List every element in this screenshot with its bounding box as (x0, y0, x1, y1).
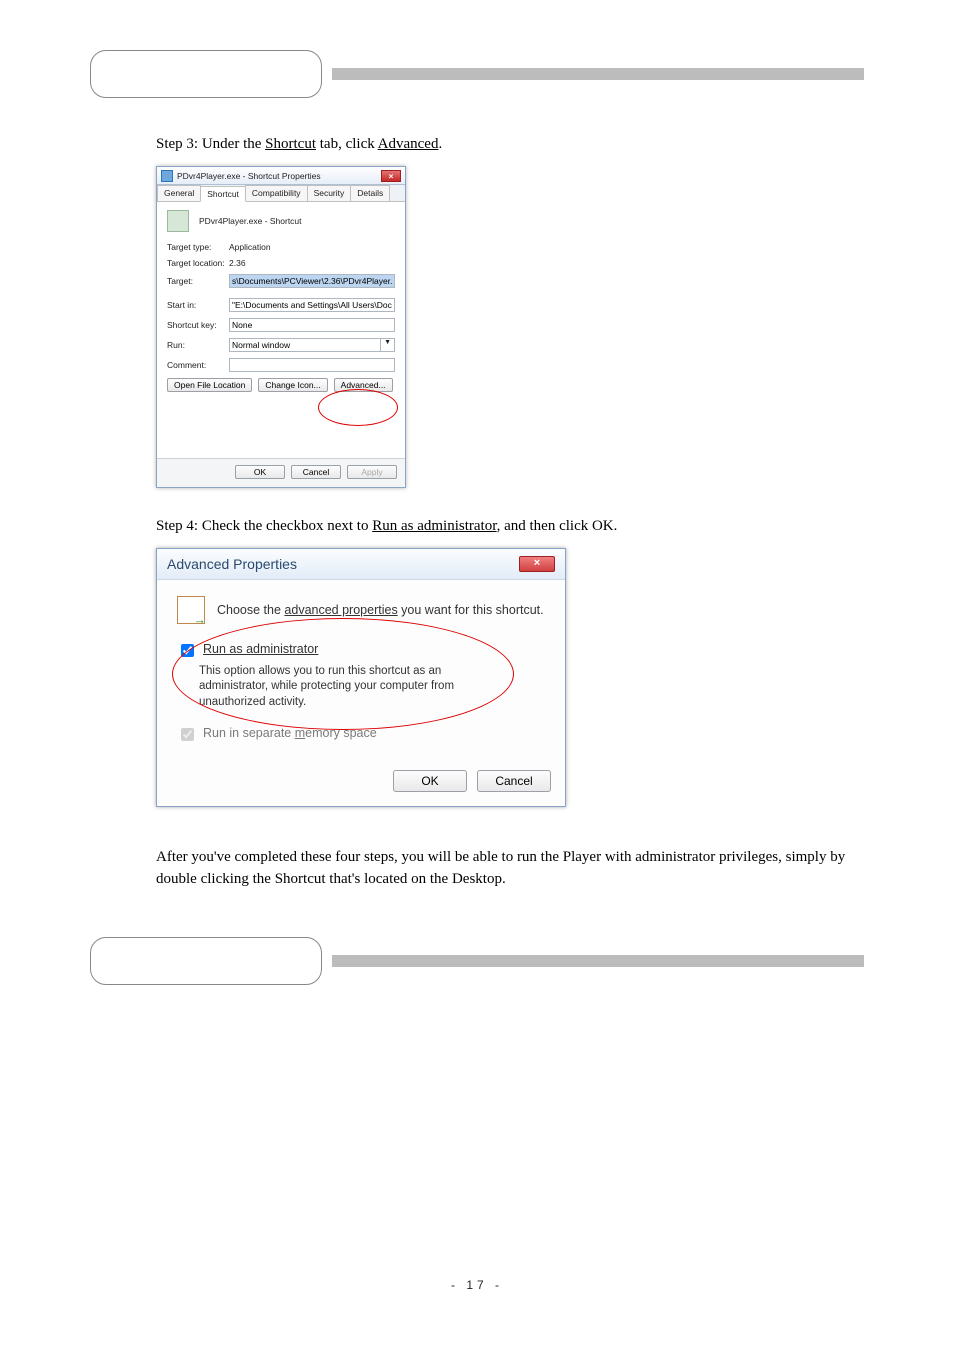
step3-shortcut: Shortcut (265, 136, 316, 152)
cancel-button[interactable]: Cancel (291, 465, 341, 479)
app-icon (161, 170, 173, 182)
open-file-location-button[interactable]: Open File Location (167, 378, 252, 392)
shortcut-key-label: Shortcut key: (167, 320, 229, 330)
header-box (90, 50, 322, 98)
run-separate-label: Run in separate memory space (203, 726, 377, 740)
target-type-label: Target type: (167, 242, 229, 252)
comment-label: Comment: (167, 360, 229, 370)
footer-header-box (90, 937, 322, 985)
step4-text: Step 4: Check the checkbox next to Run a… (90, 516, 864, 538)
advanced-properties-dialog-wrapper: Advanced Properties × Choose the advance… (156, 548, 566, 808)
shortcut-properties-dialog: PDvr4Player.exe - Shortcut Properties × … (156, 166, 406, 488)
chevron-down-icon[interactable]: ▼ (380, 338, 395, 352)
target-type-value: Application (229, 242, 395, 252)
close-icon[interactable]: × (381, 170, 401, 182)
shortcut-name: PDvr4Player.exe - Shortcut (199, 216, 302, 226)
dlg2-headline-post: you want for this shortcut. (398, 603, 544, 617)
advanced-button[interactable]: Advanced... (334, 378, 393, 392)
closing-text: After you've completed these four steps,… (90, 847, 864, 891)
run-label: Run: (167, 340, 229, 350)
run-as-admin-desc: This option allows you to run this short… (199, 664, 499, 711)
step3-mid: tab, click (316, 136, 378, 152)
step3-advanced: Advanced (378, 136, 439, 152)
step3-pre: Step 3: Under the (156, 136, 265, 152)
shortcut-properties-dialog-wrapper: PDvr4Player.exe - Shortcut Properties × … (156, 166, 406, 488)
dlg2-title-text: Advanced Properties (167, 556, 519, 572)
target-location-label: Target location: (167, 258, 229, 268)
dlg1-titlebar: PDvr4Player.exe - Shortcut Properties × (157, 167, 405, 185)
tab-details[interactable]: Details (350, 185, 390, 201)
step3-text: Step 3: Under the Shortcut tab, click Ad… (90, 134, 864, 156)
dlg1-footer: OK Cancel Apply (157, 458, 405, 487)
header-bar (332, 68, 864, 80)
dlg2-headline-pre: Choose the (217, 603, 284, 617)
dlg1-tabs: General Shortcut Compatibility Security … (157, 185, 405, 202)
run-as-admin-row: Run as administrator (177, 642, 545, 660)
shortcut-key-input[interactable] (229, 318, 395, 332)
target-location-value: 2.36 (229, 258, 395, 268)
step4-post: , and then click OK. (497, 518, 618, 534)
dlg2-titlebar: Advanced Properties × (157, 549, 565, 580)
target-label: Target: (167, 276, 229, 286)
tab-shortcut[interactable]: Shortcut (200, 186, 246, 202)
tab-security[interactable]: Security (307, 185, 352, 201)
close-icon[interactable]: × (519, 556, 555, 572)
cancel-button[interactable]: Cancel (477, 770, 551, 792)
header-row (90, 50, 864, 98)
dlg2-headline-u: advanced properties (284, 603, 397, 617)
shortcut-icon (167, 210, 189, 232)
dlg2-footer: OK Cancel (157, 764, 565, 806)
dlg2-headline: Choose the advanced properties you want … (217, 603, 544, 617)
run-select[interactable] (229, 338, 380, 352)
shortcut-arrow-icon (177, 596, 205, 624)
step4-pre: Step 4: Check the checkbox next to (156, 518, 372, 534)
change-icon-button[interactable]: Change Icon... (258, 378, 327, 392)
apply-button[interactable]: Apply (347, 465, 397, 479)
footer-header-row (90, 937, 864, 985)
run-separate-checkbox (181, 728, 194, 741)
run-separate-row: Run in separate memory space (177, 726, 545, 744)
dlg1-title-text: PDvr4Player.exe - Shortcut Properties (177, 171, 377, 181)
start-in-input[interactable] (229, 298, 395, 312)
advanced-properties-dialog: Advanced Properties × Choose the advance… (156, 548, 566, 808)
run-as-admin-checkbox[interactable] (181, 644, 194, 657)
dlg1-content: PDvr4Player.exe - Shortcut Target type: … (157, 202, 405, 402)
step4-runas: Run as administrator (372, 518, 496, 534)
dlg2-body: Choose the advanced properties you want … (157, 580, 565, 765)
tab-general[interactable]: General (157, 185, 201, 201)
comment-input[interactable] (229, 358, 395, 372)
page-number: - 17 - (0, 1278, 954, 1292)
tab-compatibility[interactable]: Compatibility (245, 185, 308, 201)
footer-header-bar (332, 955, 864, 967)
ok-button[interactable]: OK (393, 770, 467, 792)
target-input[interactable] (229, 274, 395, 288)
run-as-admin-label: Run as administrator (203, 642, 318, 656)
step3-post: . (438, 136, 442, 152)
ok-button[interactable]: OK (235, 465, 285, 479)
start-in-label: Start in: (167, 300, 229, 310)
